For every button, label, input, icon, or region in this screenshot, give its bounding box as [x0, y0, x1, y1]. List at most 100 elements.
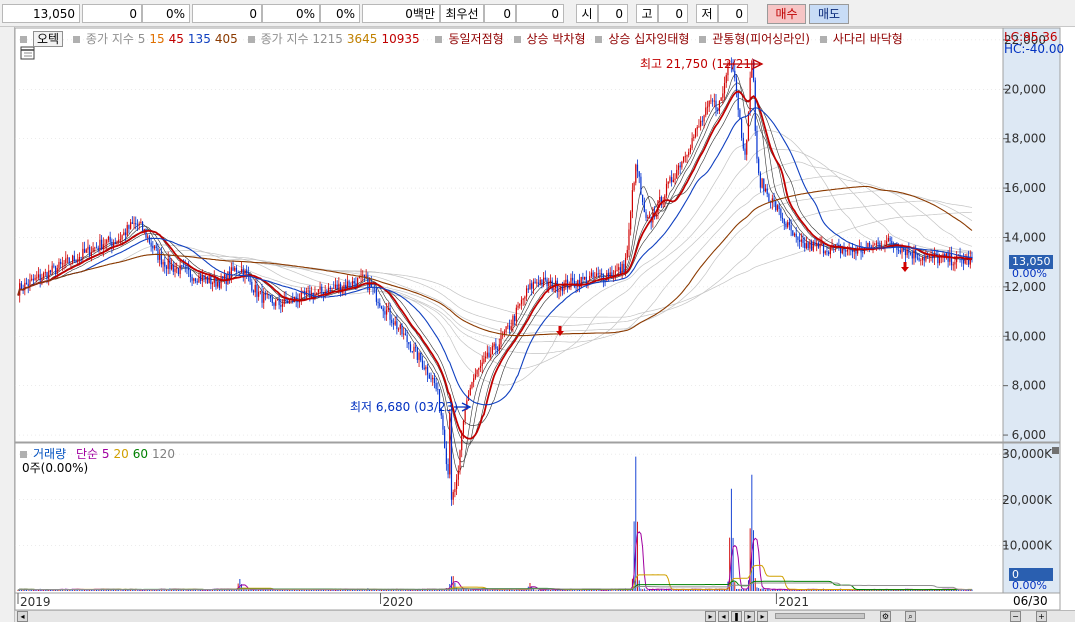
candle-body — [635, 164, 637, 183]
zoom-out-icon[interactable]: − — [1010, 611, 1021, 622]
candle-body — [814, 242, 816, 245]
ma-long-label[interactable]: 종가 지수 1215 — [261, 32, 343, 46]
candle-body — [638, 171, 640, 177]
scrollbar[interactable] — [775, 613, 865, 619]
candle-body — [362, 275, 364, 276]
candle-body — [711, 100, 714, 102]
candle-body — [72, 255, 74, 263]
pattern-3[interactable]: 상승 십자잉태형 — [608, 32, 689, 46]
candle-body — [444, 429, 446, 449]
candle-body — [713, 100, 715, 102]
candle-body — [758, 158, 760, 174]
candle-body — [708, 100, 710, 107]
candle-body — [734, 70, 736, 79]
candle-body — [136, 224, 139, 226]
price-tick-label: 10,000 — [1004, 329, 1046, 343]
candle-body — [561, 286, 564, 292]
candle-body — [688, 152, 690, 156]
candle-body — [249, 276, 251, 282]
zoom-in-icon[interactable]: + — [1036, 611, 1047, 622]
candle-body — [280, 305, 282, 307]
candle-body — [785, 223, 787, 228]
candle-body — [691, 138, 693, 149]
candle-body — [450, 413, 453, 500]
indicator-square-icon — [435, 36, 443, 43]
ticker-name[interactable]: 오텍 — [33, 31, 64, 47]
step-forward-icon[interactable]: ▸ — [744, 611, 755, 622]
volume-tick-label: 10,000K — [1002, 538, 1053, 552]
candle-body — [73, 255, 75, 261]
candle-body — [135, 223, 137, 225]
candle-body — [211, 282, 214, 285]
candle-body — [799, 239, 801, 242]
candle-body — [756, 130, 758, 159]
candle-body — [143, 229, 145, 231]
scroll-left-icon[interactable]: ◂ — [17, 611, 28, 622]
candle-body — [182, 266, 185, 267]
candle-body — [408, 342, 410, 345]
stock-chart[interactable]: 22,00020,00018,00016,00014,00012,00010,0… — [0, 0, 1075, 622]
candle-body — [41, 277, 43, 281]
candle-body — [266, 293, 268, 295]
candle-body — [442, 415, 444, 430]
tool-icon[interactable]: ⚙ — [880, 611, 891, 622]
candle-body — [102, 244, 104, 250]
candle-body — [560, 286, 562, 291]
candle-body — [696, 127, 698, 130]
candle-body — [452, 492, 454, 500]
scroll-right-icon[interactable]: ▸ — [705, 611, 716, 622]
candle-body — [433, 377, 436, 383]
candle-body — [655, 213, 657, 217]
step-back-icon[interactable]: ◂ — [718, 611, 729, 622]
candle-body — [551, 280, 553, 291]
pane-maximize-icon[interactable] — [1052, 447, 1059, 454]
candle-body — [70, 262, 72, 264]
candle-body — [720, 97, 722, 101]
candle-body — [223, 274, 226, 279]
candle-body — [68, 257, 70, 264]
candle-body — [938, 257, 941, 264]
pattern-2[interactable]: 상승 박차형 — [527, 32, 586, 46]
candle-body — [425, 366, 427, 370]
candle-body — [572, 277, 574, 281]
hc-value: HC:-40.00 — [1004, 42, 1065, 56]
candle-body — [723, 83, 726, 94]
candle-body — [491, 346, 494, 355]
date-tick-label: 2020 — [383, 595, 414, 609]
candle-body — [964, 260, 966, 264]
ma-label[interactable]: 종가 지수 5 — [86, 32, 145, 46]
candle-body — [536, 282, 538, 284]
candle-body — [445, 448, 447, 465]
candle-body — [595, 273, 598, 277]
candle-body — [416, 347, 418, 360]
candle-body — [739, 109, 741, 120]
candle-body — [841, 249, 843, 254]
candle-body — [684, 156, 686, 158]
end-icon[interactable]: ▸ — [757, 611, 768, 622]
candle-body — [179, 265, 181, 275]
calendar-icon[interactable] — [20, 46, 35, 60]
candle-body — [34, 277, 36, 281]
candle-body — [874, 244, 876, 246]
candle-body — [954, 262, 956, 265]
candle-body — [351, 281, 354, 287]
volume-tick-label: 20,000K — [1002, 493, 1053, 507]
candle-body — [816, 243, 818, 245]
candle-body — [269, 295, 272, 299]
candle-body — [94, 247, 96, 249]
indicator-square-icon — [20, 451, 27, 458]
candle-body — [836, 244, 838, 246]
candle-body — [877, 243, 879, 245]
zoom-icon[interactable]: ⌕ — [905, 611, 916, 622]
candle-body — [271, 298, 273, 304]
candle-body — [167, 258, 169, 269]
candle-body — [336, 284, 338, 290]
pattern-5[interactable]: 사다리 바닥형 — [833, 32, 903, 46]
candle-body — [63, 263, 65, 265]
candle-body — [276, 299, 279, 301]
candle-body — [677, 165, 680, 170]
candle-body — [459, 450, 461, 471]
pattern-1[interactable]: 동일저점형 — [448, 32, 503, 46]
pattern-4[interactable]: 관통형(피어싱라인) — [712, 32, 810, 46]
pause-icon[interactable]: ❚ — [731, 611, 742, 622]
